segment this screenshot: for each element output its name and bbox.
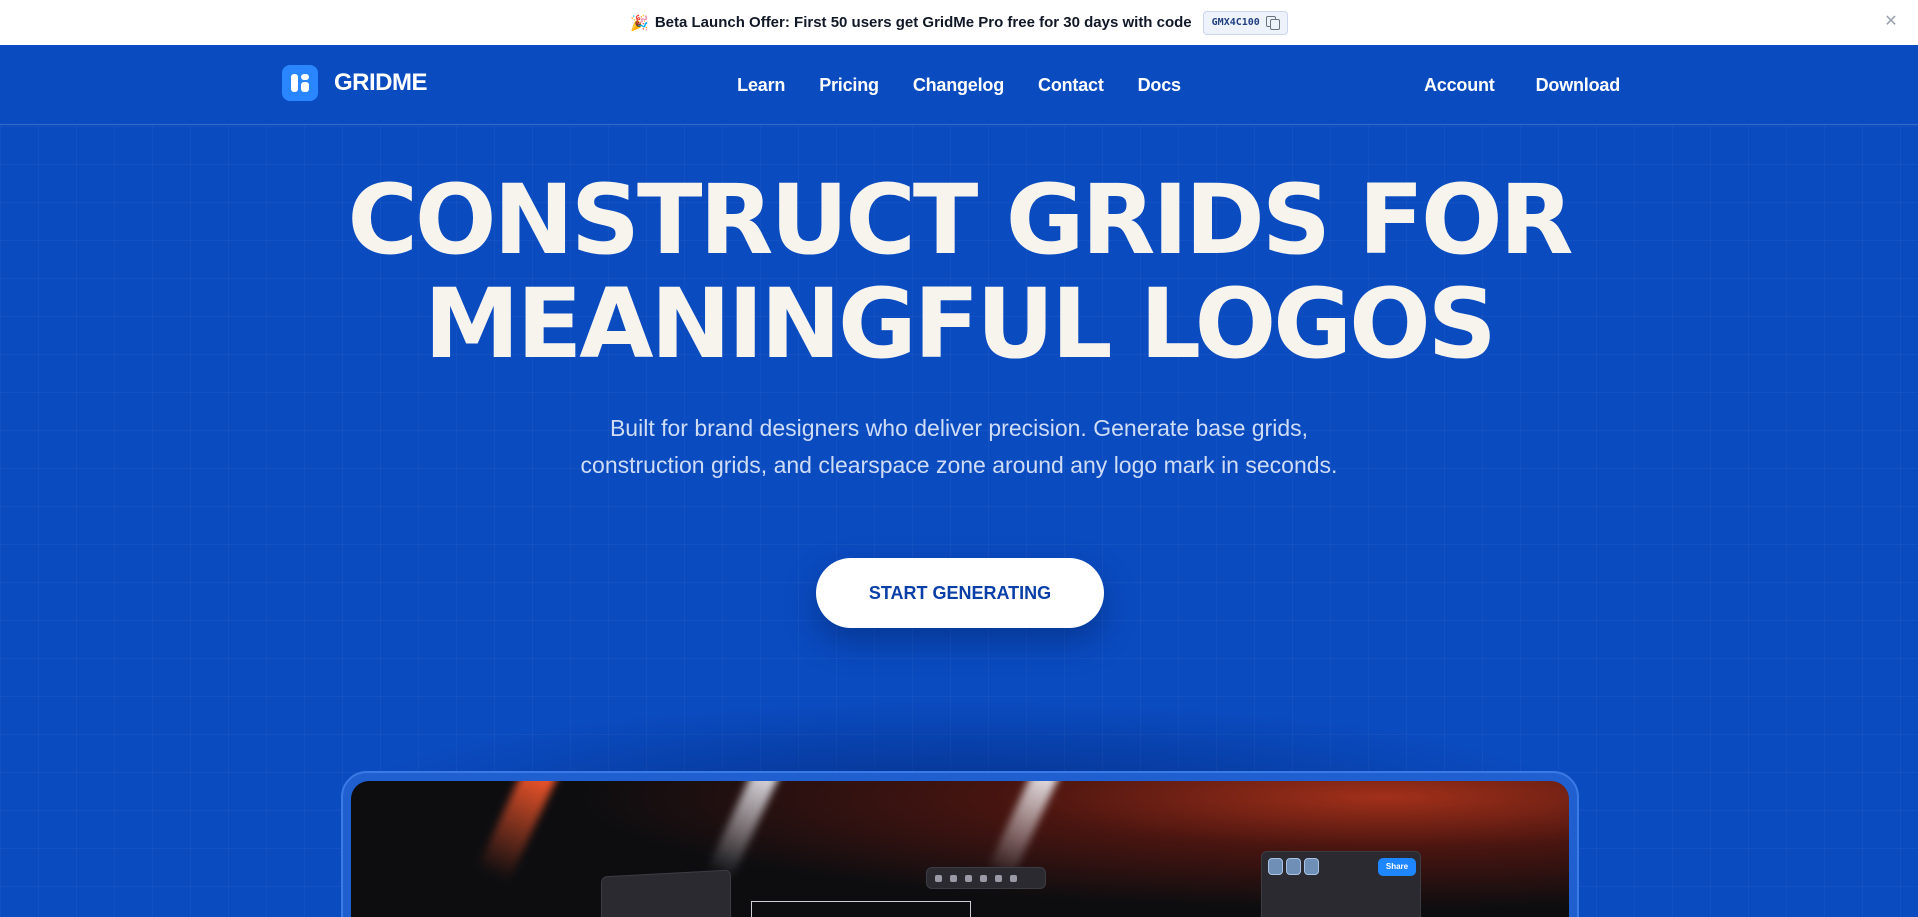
hero-title-line-2: Meaningful Logos (424, 268, 1497, 380)
hero-subtitle-line-1: Built for brand designers who deliver pr… (609, 415, 1309, 441)
avatar (1304, 858, 1319, 875)
account-link[interactable]: Account (1424, 75, 1495, 96)
hero-subtitle: Built for brand designers who deliver pr… (0, 410, 1918, 484)
hero-subtitle-line-2: construction grids, and clearspace zone … (580, 452, 1338, 478)
preview-toolbar (926, 867, 1046, 889)
nav-link-pricing[interactable]: Pricing (819, 75, 879, 96)
light-beam (706, 781, 782, 881)
announcement-bar: 🎉 Beta Launch Offer: First 50 users get … (0, 0, 1918, 45)
nav-link-changelog[interactable]: Changelog (913, 75, 1004, 96)
tool-icon (965, 874, 972, 882)
avatar (1286, 858, 1301, 875)
collaborator-avatars (1268, 858, 1319, 875)
promo-code: GMX4C100 (1211, 17, 1260, 28)
tool-icon (950, 874, 957, 882)
top-nav: GRIDME Learn Pricing Changelog Contact D… (0, 45, 1918, 125)
cursor-icon (935, 874, 942, 882)
party-popper-icon: 🎉 (630, 14, 649, 32)
preview-share-button: Share (1378, 858, 1416, 876)
light-beam (986, 781, 1062, 881)
app-preview-frame: Share (341, 771, 1579, 917)
preview-properties-panel: Share (1261, 851, 1421, 917)
announcement-text: Beta Launch Offer: First 50 users get Gr… (654, 14, 1192, 31)
brand-name: GRIDME (334, 69, 428, 96)
tool-icon (980, 874, 987, 882)
app-preview-screenshot: Share (351, 781, 1569, 917)
download-link[interactable]: Download (1536, 75, 1621, 96)
preview-canvas-outline (751, 901, 971, 917)
nav-link-docs[interactable]: Docs (1138, 75, 1181, 96)
tool-icon (1010, 874, 1017, 882)
brand-home-link[interactable]: GRIDME (282, 65, 428, 101)
nav-link-learn[interactable]: Learn (737, 75, 785, 96)
preview-layers-panel (601, 869, 731, 917)
gridme-logo-icon (282, 65, 318, 101)
start-generating-button[interactable]: START GENERATING (816, 558, 1104, 628)
nav-actions: Account Download (1424, 45, 1620, 125)
nav-link-contact[interactable]: Contact (1038, 75, 1104, 96)
tool-icon (995, 874, 1002, 882)
copy-icon (1265, 16, 1280, 30)
hero-title-line-1: Construct Grids For (347, 164, 1573, 276)
promo-code-copy-button[interactable]: GMX4C100 (1202, 10, 1288, 35)
close-announcement-button[interactable]: ✕ (1880, 11, 1902, 33)
hero-title: Construct Grids For Meaningful Logos (0, 168, 1918, 376)
avatar (1268, 858, 1283, 875)
light-beam (477, 781, 559, 883)
